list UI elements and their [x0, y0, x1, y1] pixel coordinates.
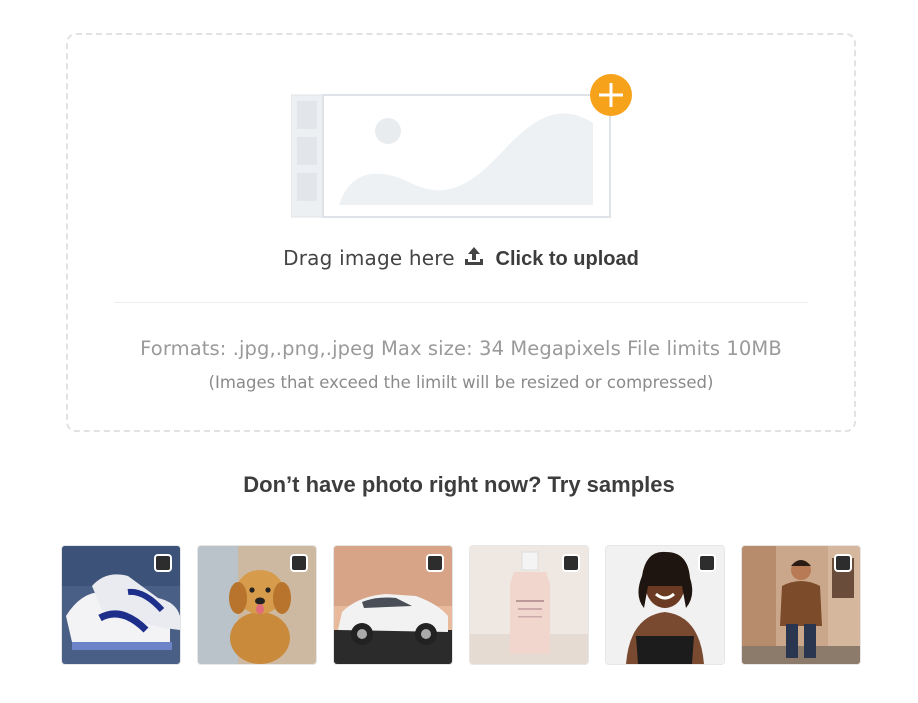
sample-images — [61, 545, 865, 665]
upload-instructions: Drag image here Click to upload — [68, 245, 854, 272]
sample-car[interactable] — [333, 545, 453, 665]
click-to-upload-link[interactable]: Click to upload — [496, 248, 639, 270]
sample-woman[interactable] — [605, 545, 725, 665]
image-placeholder-illustration — [290, 73, 651, 223]
sample-sneakers[interactable] — [61, 545, 181, 665]
sample-checkbox[interactable] — [154, 554, 172, 572]
upload-dropzone[interactable]: Drag image here Click to upload Formats:… — [66, 33, 856, 432]
upload-icon[interactable] — [463, 245, 485, 272]
sample-checkbox[interactable] — [698, 554, 716, 572]
samples-title: Don’t have photo right now? Try samples — [243, 472, 675, 497]
sample-puppy[interactable] — [197, 545, 317, 665]
sample-bottle[interactable] — [469, 545, 589, 665]
sample-checkbox[interactable] — [562, 554, 580, 572]
resize-note: (Images that exceed the limilt will be r… — [208, 373, 714, 392]
plus-icon — [590, 74, 632, 116]
formats-info: Formats: .jpg,.png,.jpeg Max size: 34 Me… — [140, 337, 782, 360]
sample-checkbox[interactable] — [290, 554, 308, 572]
sample-man[interactable] — [741, 545, 861, 665]
sample-checkbox[interactable] — [426, 554, 444, 572]
drag-text: Drag image here — [283, 246, 455, 270]
divider — [114, 302, 808, 303]
sample-checkbox[interactable] — [834, 554, 852, 572]
